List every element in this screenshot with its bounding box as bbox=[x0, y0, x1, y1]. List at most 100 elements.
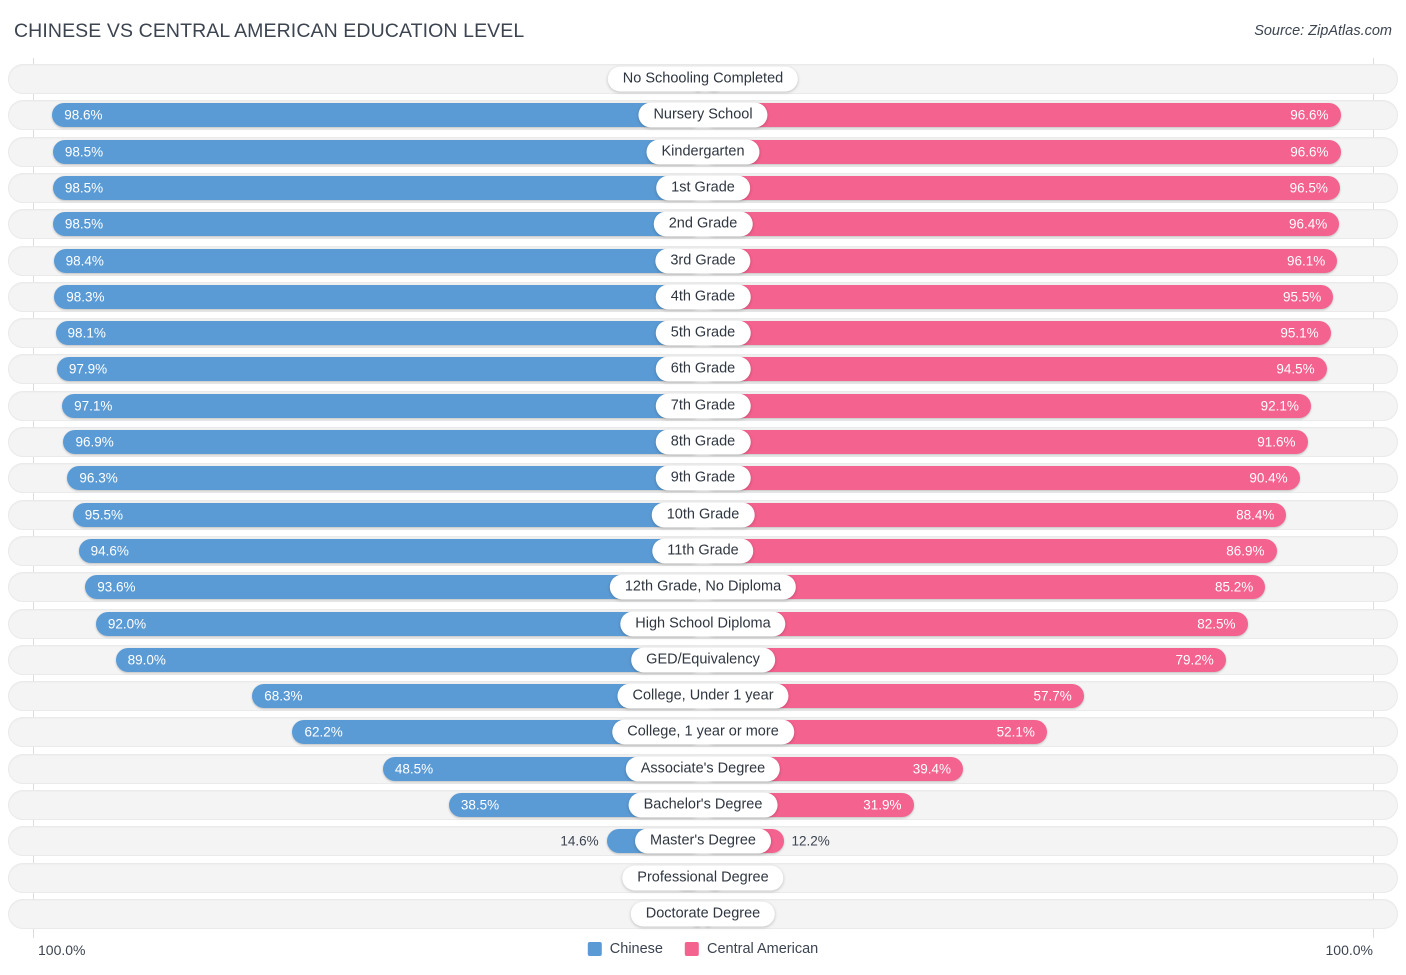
category-label: High School Diploma bbox=[620, 611, 786, 636]
category-label: 5th Grade bbox=[655, 320, 751, 346]
chart-row: 92.0% 82.5% High School Diploma bbox=[8, 608, 1398, 639]
bar-value-label: 89.0% bbox=[127, 652, 166, 668]
bar-chinese: 92.0% bbox=[95, 611, 703, 636]
category-label: Nursery School bbox=[638, 102, 768, 128]
legend-swatch-icon bbox=[587, 942, 602, 956]
chart-row: 97.1% 92.1% 7th Grade bbox=[8, 390, 1398, 421]
category-label: 6th Grade bbox=[655, 356, 751, 382]
bar-chinese: 96.9% bbox=[63, 430, 703, 454]
bar-value-label: 96.9% bbox=[75, 434, 114, 450]
category-label: 2nd Grade bbox=[653, 211, 753, 237]
category-label: 11th Grade bbox=[652, 538, 754, 564]
chart-row: 98.5% 96.6% Kindergarten bbox=[8, 136, 1398, 167]
bar-value-label: 95.5% bbox=[1283, 289, 1322, 305]
axis-max-right: 100.0% bbox=[1325, 942, 1373, 958]
bar-central-american: 96.6% bbox=[703, 103, 1341, 128]
category-label: Bachelor's Degree bbox=[628, 792, 778, 818]
bar-chinese: 98.6% bbox=[52, 103, 703, 128]
chart-plot-area: 1.5%3.4%No Schooling Completed 98.6% 96.6%… bbox=[0, 58, 1406, 938]
bar-value-label: 96.3% bbox=[79, 470, 118, 486]
bar-value-label: 96.5% bbox=[1289, 180, 1328, 196]
bar-central-american: 91.6% bbox=[703, 430, 1308, 454]
page-title: CHINESE VS CENTRAL AMERICAN EDUCATION LE… bbox=[14, 20, 525, 42]
category-label: No Schooling Completed bbox=[607, 66, 799, 92]
bar-value-label: 95.1% bbox=[1280, 325, 1319, 341]
legend-item[interactable]: Central American bbox=[684, 941, 819, 957]
chart-row: 68.3% 57.7% College, Under 1 year bbox=[8, 681, 1398, 712]
bar-value-label: 39.4% bbox=[912, 760, 952, 776]
legend-swatch-icon bbox=[684, 942, 699, 956]
bar-central-american: 95.5% bbox=[703, 284, 1334, 309]
chart-row: 94.6% 86.9% 11th Grade bbox=[8, 535, 1398, 566]
bar-value-label: 97.9% bbox=[68, 361, 108, 377]
bar-value-label: 79.2% bbox=[1175, 652, 1214, 668]
bar-chinese: 98.5% bbox=[52, 139, 703, 164]
chart-row: 48.5% 39.4% Associate's Degree bbox=[8, 753, 1398, 784]
bar-value-label: 57.7% bbox=[1033, 688, 1072, 704]
bar-value-label: 85.2% bbox=[1215, 579, 1254, 595]
bar-value-label: 93.6% bbox=[97, 579, 136, 595]
bar-central-american: 94.5% bbox=[703, 357, 1327, 382]
bar-value-label: 98.6% bbox=[64, 107, 103, 123]
chart-row: 93.6% 85.2% 12th Grade, No Diploma bbox=[8, 572, 1398, 603]
legend-label: Chinese bbox=[609, 941, 663, 957]
bar-value-label: 98.5% bbox=[64, 180, 104, 196]
axis-max-left: 100.0% bbox=[38, 942, 86, 958]
bar-central-american: 96.6% bbox=[703, 139, 1341, 164]
chart-row: 98.4% 96.1% 3rd Grade bbox=[8, 245, 1398, 276]
bar-value-label: 98.4% bbox=[65, 252, 104, 268]
bar-value-label: 98.3% bbox=[66, 289, 105, 305]
category-label: 8th Grade bbox=[655, 429, 751, 455]
bar-central-american: 96.4% bbox=[703, 212, 1340, 237]
bar-value-label: 92.1% bbox=[1260, 397, 1299, 413]
chart-row: 96.3% 90.4% 9th Grade bbox=[8, 463, 1398, 494]
bar-value-label: 96.6% bbox=[1290, 143, 1329, 159]
bar-chinese: 97.1% bbox=[62, 393, 703, 418]
bar-value-label: 98.1% bbox=[67, 325, 106, 341]
category-label: College, Under 1 year bbox=[617, 683, 789, 709]
bar-value-label: 88.4% bbox=[1236, 506, 1275, 522]
category-label: 9th Grade bbox=[655, 465, 751, 491]
bar-value-label: 96.6% bbox=[1290, 107, 1329, 123]
category-label: 3rd Grade bbox=[655, 248, 751, 273]
chart-row: 96.9% 91.6% 8th Grade bbox=[8, 427, 1398, 457]
chart-row: 4.5%3.6%Professional Degree bbox=[8, 862, 1398, 893]
bar-value-label: 12.2% bbox=[791, 833, 830, 849]
category-label: College, 1 year or more bbox=[612, 719, 794, 745]
bar-value-label: 94.5% bbox=[1276, 361, 1315, 377]
bar-value-label: 98.5% bbox=[64, 143, 104, 159]
bar-chinese: 95.5% bbox=[72, 502, 703, 527]
bar-value-label: 94.6% bbox=[90, 543, 129, 559]
chart-footer: 100.0% 100.0% Chinese Central American bbox=[0, 938, 1406, 975]
bar-value-label: 82.5% bbox=[1197, 615, 1236, 631]
legend-label: Central American bbox=[706, 941, 819, 957]
chart-row: 98.5% 96.4% 2nd Grade bbox=[8, 209, 1398, 240]
bar-value-label: 62.2% bbox=[304, 724, 343, 740]
bar-value-label: 38.5% bbox=[460, 797, 500, 813]
bar-chinese: 98.3% bbox=[54, 284, 703, 309]
bar-value-label: 52.1% bbox=[996, 724, 1035, 740]
bar-value-label: 98.5% bbox=[64, 216, 104, 232]
category-label: 4th Grade bbox=[655, 284, 751, 310]
chart-row: 95.5% 88.4% 10th Grade bbox=[8, 499, 1398, 530]
category-label: 12th Grade, No Diploma bbox=[609, 574, 797, 600]
chart-legend: Chinese Central American bbox=[587, 941, 819, 957]
chart-row: 38.5% 31.9% Bachelor's Degree bbox=[8, 790, 1398, 820]
source-attribution: Source: ZipAtlas.com bbox=[1254, 23, 1392, 39]
legend-item[interactable]: Chinese bbox=[587, 941, 663, 957]
bar-chinese: 94.6% bbox=[78, 538, 703, 563]
bar-central-american: 79.2% bbox=[703, 647, 1226, 672]
category-label: 10th Grade bbox=[651, 502, 755, 528]
bar-value-label: 14.6% bbox=[560, 833, 599, 849]
category-label: GED/Equivalency bbox=[631, 647, 775, 673]
bar-value-label: 31.9% bbox=[863, 797, 902, 813]
category-label: Master's Degree bbox=[635, 828, 771, 854]
bar-value-label: 86.9% bbox=[1226, 543, 1265, 559]
bar-value-label: 91.6% bbox=[1257, 434, 1296, 450]
bar-central-american: 92.1% bbox=[703, 393, 1311, 418]
chart-row: 98.3% 95.5% 4th Grade bbox=[8, 281, 1398, 312]
category-label: Professional Degree bbox=[622, 865, 784, 891]
bar-chinese: 98.5% bbox=[52, 175, 703, 200]
bar-central-american: 86.9% bbox=[703, 538, 1277, 563]
bar-chinese: 98.5% bbox=[52, 212, 703, 237]
